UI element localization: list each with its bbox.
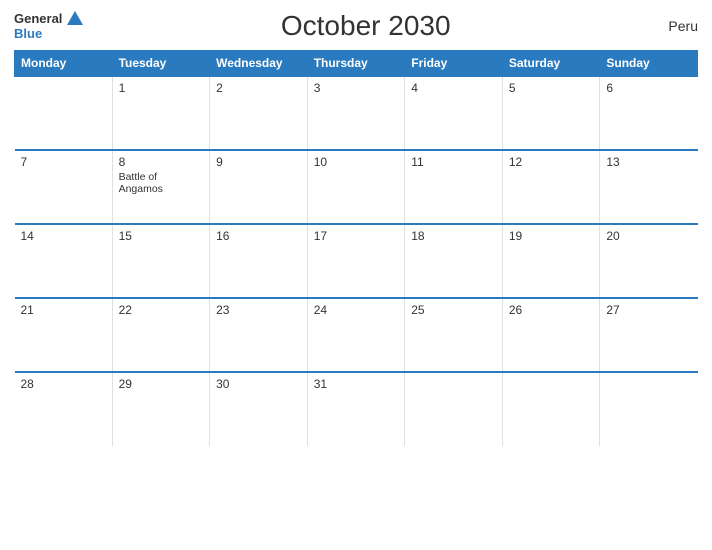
logo-triangle-icon: [67, 11, 83, 25]
day-number: 23: [216, 303, 301, 317]
calendar-cell: 10: [307, 150, 405, 224]
weekday-row: Monday Tuesday Wednesday Thursday Friday…: [15, 51, 698, 77]
day-number: 5: [509, 81, 594, 95]
calendar-cell: 18: [405, 224, 503, 298]
day-number: 8: [119, 155, 204, 169]
weekday-saturday: Saturday: [502, 51, 600, 77]
calendar-cell: [405, 372, 503, 446]
calendar-cell: 21: [15, 298, 113, 372]
calendar-cell: 26: [502, 298, 600, 372]
calendar-cell: [600, 372, 698, 446]
calendar-cell: 4: [405, 76, 503, 150]
calendar-cell: 15: [112, 224, 210, 298]
calendar-cell: 30: [210, 372, 308, 446]
day-number: 6: [606, 81, 691, 95]
calendar-cell: 11: [405, 150, 503, 224]
calendar-cell: 7: [15, 150, 113, 224]
day-number: 26: [509, 303, 594, 317]
calendar-cell: 1: [112, 76, 210, 150]
day-number: 16: [216, 229, 301, 243]
day-number: 1: [119, 81, 204, 95]
calendar-table: Monday Tuesday Wednesday Thursday Friday…: [14, 50, 698, 446]
day-number: 27: [606, 303, 691, 317]
day-number: 14: [21, 229, 106, 243]
calendar-cell: 28: [15, 372, 113, 446]
day-number: 4: [411, 81, 496, 95]
day-number: 3: [314, 81, 399, 95]
calendar-cell: 6: [600, 76, 698, 150]
calendar-cell: 22: [112, 298, 210, 372]
calendar-cell: 24: [307, 298, 405, 372]
calendar-week-2: 78 Battle of Angamos 9 10 11 12 13: [15, 150, 698, 224]
day-number: 25: [411, 303, 496, 317]
logo-block: General Blue: [14, 11, 83, 41]
calendar-week-5: 28 29 30 31: [15, 372, 698, 446]
weekday-friday: Friday: [405, 51, 503, 77]
day-number: 24: [314, 303, 399, 317]
calendar-cell: 20: [600, 224, 698, 298]
day-number: 15: [119, 229, 204, 243]
day-number: 7: [21, 155, 106, 169]
calendar-week-3: 14 15 16 17 18 19 20: [15, 224, 698, 298]
day-number: 2: [216, 81, 301, 95]
day-number: 9: [216, 155, 301, 169]
logo-general-text: General: [14, 12, 62, 26]
day-number: 30: [216, 377, 301, 391]
day-number: 20: [606, 229, 691, 243]
weekday-wednesday: Wednesday: [210, 51, 308, 77]
calendar-week-1: 123456: [15, 76, 698, 150]
day-number: 17: [314, 229, 399, 243]
calendar-week-4: 21 22 23 24 25 26 27: [15, 298, 698, 372]
calendar-cell: 16: [210, 224, 308, 298]
logo: General Blue: [14, 11, 83, 41]
day-number: 31: [314, 377, 399, 391]
calendar-cell: 23: [210, 298, 308, 372]
calendar-cell: 5: [502, 76, 600, 150]
day-number: 12: [509, 155, 594, 169]
day-number: 18: [411, 229, 496, 243]
calendar-body: 12345678Battle of Angamos910111213141516…: [15, 76, 698, 446]
day-number: 19: [509, 229, 594, 243]
calendar-cell: 12: [502, 150, 600, 224]
calendar-cell: [15, 76, 113, 150]
calendar-cell: 3: [307, 76, 405, 150]
day-number: 13: [606, 155, 691, 169]
day-number: 29: [119, 377, 204, 391]
calendar-cell: 17: [307, 224, 405, 298]
calendar-cell: 27: [600, 298, 698, 372]
weekday-monday: Monday: [15, 51, 113, 77]
weekday-sunday: Sunday: [600, 51, 698, 77]
calendar-cell: 2: [210, 76, 308, 150]
day-number: 28: [21, 377, 106, 391]
weekday-tuesday: Tuesday: [112, 51, 210, 77]
day-number: 11: [411, 155, 496, 169]
calendar-cell: 14: [15, 224, 113, 298]
calendar-title: October 2030: [83, 10, 648, 42]
calendar-cell: 8 Battle of Angamos: [112, 150, 210, 224]
header: General Blue October 2030 Peru: [14, 10, 698, 42]
calendar-cell: 19: [502, 224, 600, 298]
day-number: 21: [21, 303, 106, 317]
country-label: Peru: [648, 18, 698, 34]
day-number: 10: [314, 155, 399, 169]
event-label: Battle of Angamos: [119, 171, 204, 195]
calendar-cell: 25: [405, 298, 503, 372]
day-number: 22: [119, 303, 204, 317]
calendar-cell: [502, 372, 600, 446]
weekday-thursday: Thursday: [307, 51, 405, 77]
logo-blue-text: Blue: [14, 27, 42, 41]
calendar-cell: 13: [600, 150, 698, 224]
page: General Blue October 2030 Peru Monday Tu…: [0, 0, 712, 550]
calendar-cell: 31: [307, 372, 405, 446]
calendar-cell: 9: [210, 150, 308, 224]
calendar-header: Monday Tuesday Wednesday Thursday Friday…: [15, 51, 698, 77]
calendar-cell: 29: [112, 372, 210, 446]
